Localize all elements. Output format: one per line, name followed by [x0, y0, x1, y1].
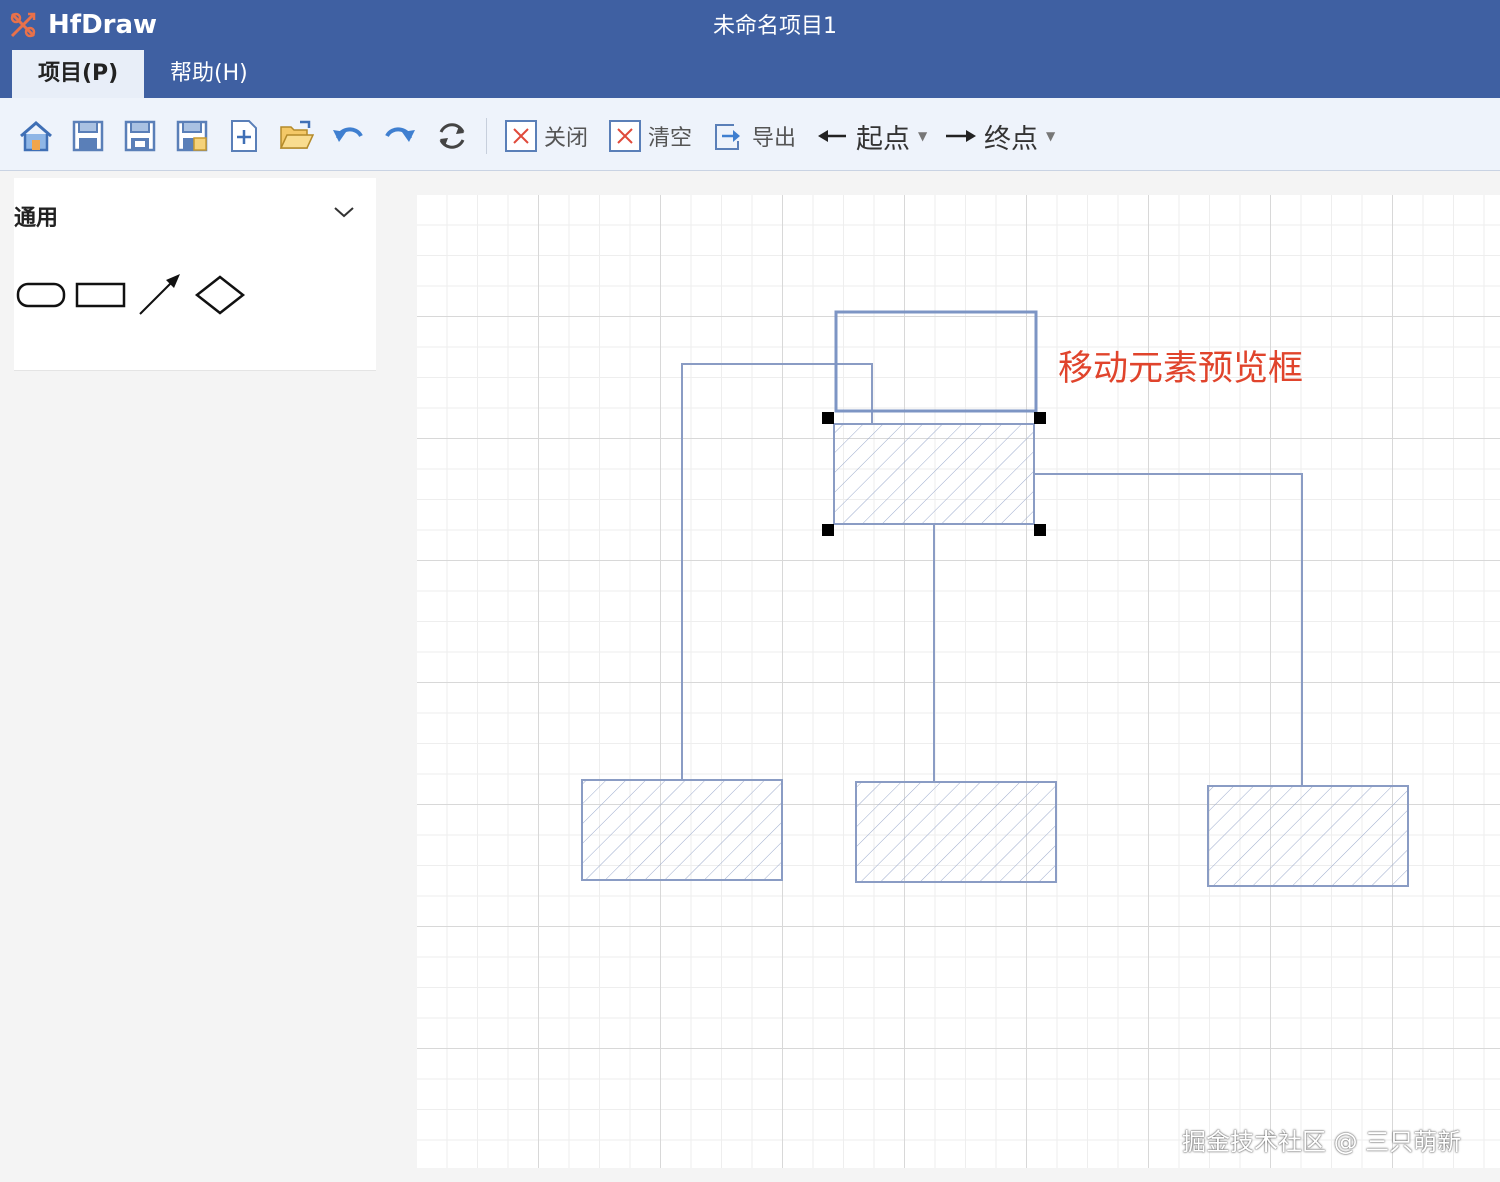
close-button[interactable]: 关闭 [504, 114, 588, 158]
clear-label: 清空 [648, 126, 693, 151]
clear-button[interactable]: 清空 [608, 114, 692, 158]
selection-handle[interactable] [1034, 412, 1046, 424]
caret-down-icon: ▼ [1046, 129, 1056, 143]
drawing-canvas[interactable] [417, 195, 1500, 1168]
child-node-left[interactable] [581, 779, 783, 881]
undo-icon[interactable] [330, 118, 366, 154]
export-icon [715, 124, 740, 150]
save-local-icon[interactable] [174, 118, 210, 154]
clear-icon [609, 120, 641, 152]
title-bar: HfDraw 未命名项目1 项目(P) 帮助(H) [0, 0, 1500, 98]
child-node-middle[interactable] [855, 781, 1057, 883]
home-icon[interactable] [18, 118, 54, 154]
end-point-label: 终点 [984, 123, 1038, 155]
save-icon[interactable] [70, 118, 106, 154]
end-point-dropdown[interactable]: 终点 ▼ [944, 114, 1055, 158]
diamond-icon[interactable] [194, 274, 246, 316]
close-icon [505, 120, 537, 152]
watermark: 掘金技术社区 @ 三只萌新 [1182, 1128, 1462, 1156]
selection-handle[interactable] [822, 412, 834, 424]
tab-help[interactable]: 帮助(H) [144, 50, 274, 98]
arrow-left-icon [818, 130, 846, 142]
shape-panel: 通用 [14, 178, 376, 371]
chevron-down-icon[interactable] [332, 204, 356, 220]
tab-project[interactable]: 项目(P) [12, 50, 145, 98]
window-title: 未命名项目1 [713, 14, 837, 39]
toolbar-divider [486, 118, 487, 154]
selection-handle[interactable] [1034, 524, 1046, 536]
close-label: 关闭 [544, 126, 589, 151]
refresh-icon[interactable] [434, 118, 470, 154]
arrow-icon[interactable] [136, 272, 184, 318]
preview-annotation: 移动元素预览框 [1058, 349, 1304, 389]
export-button[interactable]: 导出 [712, 114, 796, 158]
caret-down-icon: ▼ [918, 129, 928, 143]
section-title-general[interactable]: 通用 [14, 200, 58, 232]
start-point-dropdown[interactable]: 起点 ▼ [816, 114, 927, 158]
selected-node[interactable] [833, 423, 1035, 525]
selection-handle[interactable] [822, 524, 834, 536]
arrow-right-icon [946, 130, 976, 142]
start-point-label: 起点 [856, 123, 910, 155]
open-folder-icon[interactable] [278, 118, 314, 154]
rect-icon[interactable] [74, 280, 128, 310]
rounded-rect-icon[interactable] [16, 280, 66, 310]
child-node-right[interactable] [1207, 785, 1409, 887]
new-file-icon[interactable] [226, 118, 262, 154]
export-label: 导出 [752, 126, 797, 151]
save-as-icon[interactable] [122, 118, 158, 154]
redo-icon[interactable] [382, 118, 418, 154]
